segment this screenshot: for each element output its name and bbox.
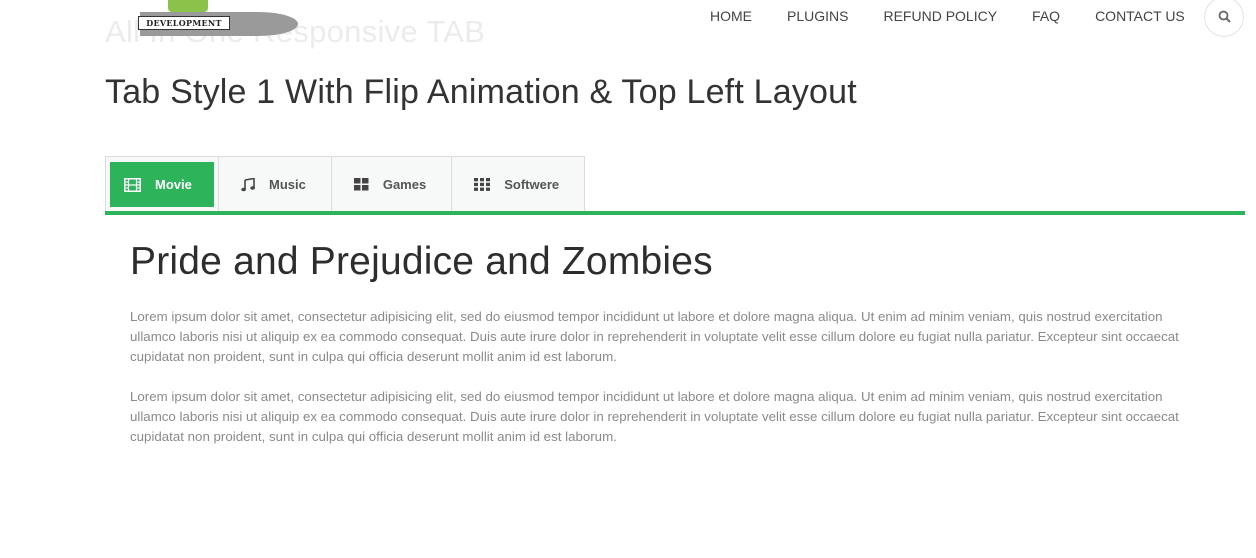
search-icon: [1218, 8, 1231, 27]
tab-movie-active[interactable]: Movie: [110, 162, 214, 207]
main-title: Tab Style 1 With Flip Animation & Top Le…: [105, 73, 857, 111]
search-button[interactable]: [1204, 0, 1244, 37]
content-title: Pride and Prejudice and Zombies: [130, 240, 713, 283]
nav-plugins[interactable]: PLUGINS: [787, 0, 848, 34]
tab-music-label: Music: [269, 177, 306, 192]
nav-refund-policy[interactable]: REFUND POLICY: [883, 0, 997, 34]
grid-3x3-icon: [474, 178, 491, 191]
logo-band-text: DEVELOPMENT: [138, 16, 230, 30]
tab-softwere-label: Softwere: [504, 177, 560, 192]
logo-r-shape: [168, 0, 208, 12]
tab-games[interactable]: Games: [332, 157, 453, 212]
film-icon: [124, 177, 141, 192]
music-note-icon: [241, 177, 255, 192]
tab-music[interactable]: Music: [219, 157, 332, 212]
tab-movie-label: Movie: [155, 177, 192, 192]
content-paragraph: Lorem ipsum dolor sit amet, consectetur …: [130, 389, 1179, 444]
tab-divider: [105, 211, 1245, 215]
grid-2x2-icon: [353, 178, 369, 191]
nav-faq[interactable]: FAQ: [1032, 0, 1060, 34]
tab-bar: Movie Music Games Softwere: [105, 156, 586, 212]
content-paragraph: Lorem ipsum dolor sit amet, consectetur …: [130, 309, 1179, 364]
site-logo[interactable]: DEVELOPMENT: [138, 0, 300, 38]
tab-softwere[interactable]: Softwere: [452, 157, 584, 212]
page: All In One Responsive TAB DEVELOPMENT HO…: [0, 0, 1256, 558]
top-nav: HOME PLUGINS REFUND POLICY FAQ CONTACT U…: [700, 0, 1220, 34]
nav-contact-us[interactable]: CONTACT US: [1095, 0, 1185, 34]
tab-games-label: Games: [382, 177, 427, 192]
nav-home[interactable]: HOME: [710, 0, 752, 34]
tab-movie[interactable]: Movie: [106, 157, 219, 212]
